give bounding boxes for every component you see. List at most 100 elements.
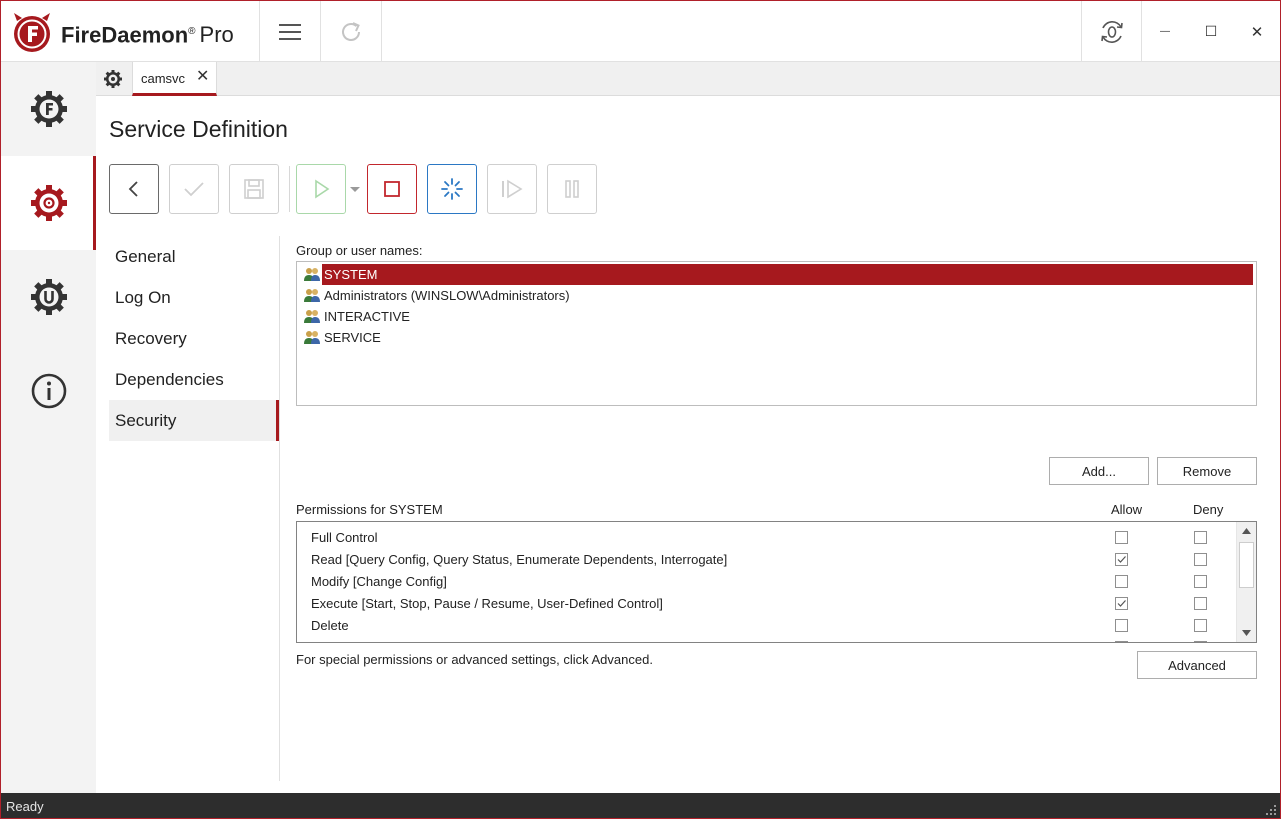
pause-icon	[565, 180, 579, 198]
nav-utilities[interactable]	[1, 250, 96, 344]
user-row-interactive[interactable]: INTERACTIVE	[302, 306, 1253, 327]
user-row-administrators[interactable]: Administrators (WINSLOW\Administrators)	[302, 285, 1253, 306]
left-nav	[1, 62, 96, 793]
permission-name: Execute [Start, Stop, Pause / Resume, Us…	[311, 596, 663, 611]
user-group-icon	[304, 310, 320, 323]
user-group-icon	[304, 268, 320, 281]
minimize-button[interactable]: —	[1142, 1, 1188, 62]
maximize-button[interactable]: ☐	[1188, 1, 1234, 62]
resume-icon	[502, 179, 523, 199]
deny-header: Deny	[1193, 502, 1224, 517]
pause-button[interactable]	[547, 164, 597, 214]
permission-row: Delete	[297, 614, 1237, 636]
resize-grip-icon[interactable]	[1265, 804, 1277, 816]
selection-highlight	[322, 264, 1253, 285]
checkmark-icon	[1117, 600, 1126, 607]
add-button[interactable]: Add...	[1049, 457, 1149, 485]
deny-checkbox[interactable]	[1194, 619, 1207, 632]
allow-checkbox[interactable]	[1115, 619, 1128, 632]
permissions-scrollbar[interactable]	[1236, 522, 1256, 642]
status-text: Ready	[6, 799, 44, 814]
checkmark-icon	[1117, 556, 1126, 563]
user-row-service[interactable]: SERVICE	[302, 327, 1253, 348]
brand-suffix: Pro	[199, 22, 234, 48]
firedaemon-gear-icon	[30, 91, 67, 127]
user-list[interactable]: SYSTEM Administrators (WINSLOW\Administr…	[296, 261, 1257, 406]
session-zero-button[interactable]	[1081, 1, 1142, 62]
scroll-thumb[interactable]	[1239, 542, 1254, 588]
nav-info[interactable]	[1, 344, 96, 438]
permission-row: Modify [Change Config]	[297, 570, 1237, 592]
stop-button[interactable]	[367, 164, 417, 214]
status-bar: Ready	[1, 793, 1280, 818]
section-log-on[interactable]: Log On	[109, 277, 279, 318]
nav-services[interactable]	[1, 156, 96, 250]
deny-checkbox[interactable]	[1194, 553, 1207, 566]
hamburger-icon	[279, 23, 301, 40]
app-logo: FireDaemon® Pro	[1, 1, 260, 62]
scroll-up-button[interactable]	[1237, 522, 1256, 540]
tab-home-button[interactable]	[96, 62, 130, 95]
start-play-icon	[315, 179, 330, 199]
user-group-icon	[304, 331, 320, 344]
save-icon	[244, 179, 264, 199]
permission-row: Read [Query Config, Query Status, Enumer…	[297, 548, 1237, 570]
tab-close-icon[interactable]: ✕	[196, 69, 209, 85]
back-button[interactable]	[109, 164, 159, 214]
back-icon	[128, 181, 138, 197]
app-window: FireDaemon® Pro — ☐ ✕ camsvc ✕ Service D…	[0, 0, 1281, 819]
allow-checkbox[interactable]	[1115, 553, 1128, 566]
allow-checkbox[interactable]	[1115, 531, 1128, 544]
user-group-icon	[304, 289, 320, 302]
permission-row-partial	[297, 636, 1237, 642]
deny-checkbox[interactable]	[1194, 597, 1207, 610]
permission-name: Modify [Change Config]	[311, 574, 447, 589]
advanced-button[interactable]: Advanced	[1137, 651, 1257, 679]
user-name: SERVICE	[324, 330, 381, 345]
title-bar: FireDaemon® Pro — ☐ ✕	[1, 1, 1280, 62]
permission-name: Read [Query Config, Query Status, Enumer…	[311, 552, 728, 567]
remove-button[interactable]: Remove	[1157, 457, 1257, 485]
deny-checkbox[interactable]	[1194, 531, 1207, 544]
nav-firedaemon[interactable]	[1, 62, 96, 156]
close-button[interactable]: ✕	[1234, 1, 1280, 62]
refresh-icon	[342, 21, 360, 41]
deny-checkbox[interactable]	[1194, 575, 1207, 588]
allow-checkbox[interactable]	[1115, 575, 1128, 588]
allow-header: Allow	[1111, 502, 1143, 517]
tab-camsvc[interactable]: camsvc ✕	[132, 62, 217, 96]
registered-mark: ®	[188, 26, 196, 37]
minimize-icon: —	[1160, 26, 1170, 37]
restart-spinner-icon	[441, 178, 463, 200]
group-label: Group or user names:	[296, 243, 423, 258]
allow-checkbox[interactable]	[1115, 597, 1128, 610]
user-name: Administrators (WINSLOW\Administrators)	[324, 288, 570, 303]
resume-button[interactable]	[487, 164, 537, 214]
close-icon: ✕	[1250, 23, 1264, 41]
allow-checkbox[interactable]	[1115, 641, 1128, 642]
start-button[interactable]	[296, 164, 346, 214]
start-dropdown-icon[interactable]	[350, 187, 360, 192]
deny-checkbox[interactable]	[1194, 641, 1207, 642]
permission-row: Execute [Start, Stop, Pause / Resume, Us…	[297, 592, 1237, 614]
page-title: Service Definition	[109, 116, 288, 142]
maximize-icon: ☐	[1204, 23, 1218, 39]
toolbar-separator	[289, 166, 290, 212]
save-button[interactable]	[229, 164, 279, 214]
section-general[interactable]: General	[109, 236, 279, 277]
apply-button[interactable]	[169, 164, 219, 214]
scroll-down-button[interactable]	[1237, 624, 1256, 642]
services-gear-icon	[30, 185, 67, 221]
advanced-hint: For special permissions or advanced sett…	[296, 652, 653, 667]
refresh-button[interactable]	[321, 1, 382, 62]
section-recovery[interactable]: Recovery	[109, 318, 279, 359]
section-security[interactable]: Security	[109, 400, 279, 441]
tab-label: camsvc	[141, 71, 186, 86]
firedaemon-logo-icon	[14, 13, 50, 52]
user-row-system[interactable]: SYSTEM	[302, 264, 1253, 285]
menu-button[interactable]	[260, 1, 321, 62]
app-brand: FireDaemon® Pro	[61, 19, 234, 48]
permissions-list[interactable]: Full Control Read [Query Config, Query S…	[296, 521, 1257, 643]
section-dependencies[interactable]: Dependencies	[109, 359, 279, 400]
restart-button[interactable]	[427, 164, 477, 214]
